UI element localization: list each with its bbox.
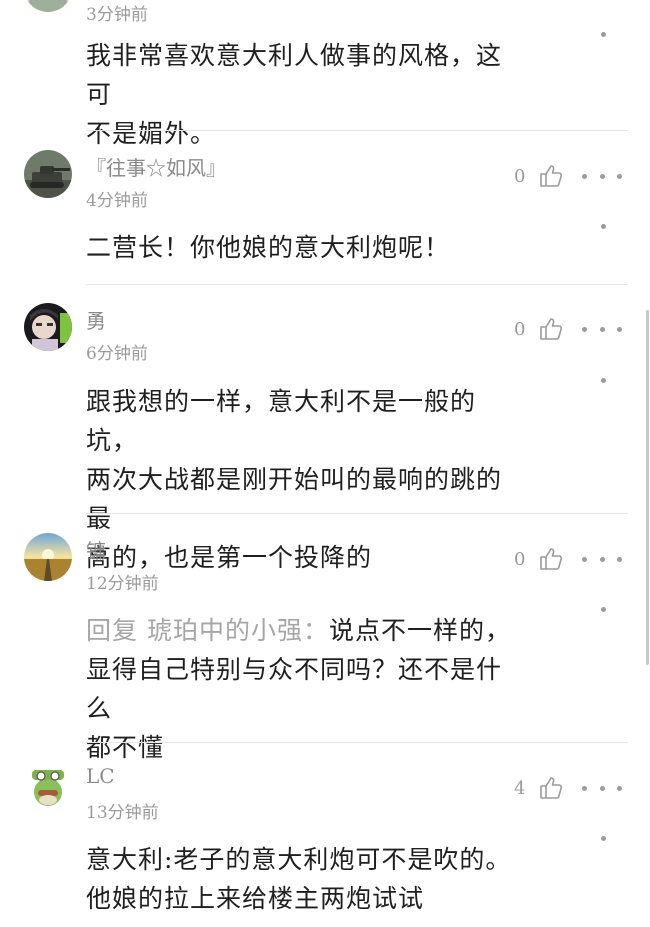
cartoon-character-avatar-icon xyxy=(24,762,72,810)
avatar[interactable] xyxy=(24,150,72,198)
tank-avatar-icon xyxy=(24,150,72,198)
more-options-icon[interactable] xyxy=(599,605,607,613)
divider xyxy=(86,130,628,131)
comment-timestamp: 4分钟前 xyxy=(86,191,148,211)
more-options-icon[interactable] xyxy=(599,30,607,38)
comment-text: 回复 琥珀中的小强：说点不一样的， 显得自己特别与众不同吗？还不是什么 都不懂 xyxy=(86,616,511,762)
avatar[interactable] xyxy=(24,303,72,351)
username[interactable]: 镛 xyxy=(86,535,106,564)
like-button[interactable]: 0 xyxy=(514,162,564,190)
comment-text: 二营长！你他娘的意大利炮呢！ xyxy=(86,233,451,262)
thumbs-up-icon[interactable] xyxy=(538,775,564,801)
more-options-icon[interactable] xyxy=(582,774,622,802)
like-count: 0 xyxy=(514,548,526,570)
like-button[interactable]: 0 xyxy=(514,545,564,573)
avatar[interactable] xyxy=(24,762,72,810)
like-count: 0 xyxy=(514,165,526,187)
thumbs-up-icon[interactable] xyxy=(538,163,564,189)
like-count: 4 xyxy=(514,777,526,799)
username[interactable]: 勇 xyxy=(86,305,106,334)
sunset-road-avatar-icon xyxy=(24,533,72,581)
like-count: 0 xyxy=(514,318,526,340)
comment-timestamp: 12分钟前 xyxy=(86,574,159,594)
comment-timestamp: 6分钟前 xyxy=(86,344,148,364)
divider xyxy=(86,284,628,285)
comment-timestamp: 13分钟前 xyxy=(86,803,159,823)
person-avatar-icon xyxy=(24,303,72,351)
more-options-icon[interactable] xyxy=(582,545,622,573)
thumbs-up-icon[interactable] xyxy=(538,316,564,342)
more-options-icon[interactable] xyxy=(599,376,607,384)
username[interactable]: LC xyxy=(86,764,115,788)
partial-avatar-icon xyxy=(24,0,72,12)
comment-text: 跟我想的一样，意大利不是一般的坑， 两次大战都是刚开始叫的最响的跳的最 高的，也… xyxy=(86,387,503,572)
avatar[interactable] xyxy=(24,533,72,581)
thumbs-up-icon[interactable] xyxy=(538,546,564,572)
avatar[interactable] xyxy=(24,0,72,12)
like-button[interactable]: 4 xyxy=(514,774,564,802)
username[interactable]: 『往事☆如风』 xyxy=(86,152,226,181)
comment-text: 我非常喜欢意大利人做事的风格，这可 不是媚外。 xyxy=(86,41,503,148)
more-options-icon[interactable] xyxy=(582,315,622,343)
comment-timestamp: 3分钟前 xyxy=(86,5,148,25)
more-options-icon[interactable] xyxy=(599,222,607,230)
divider xyxy=(86,742,628,743)
more-options-icon[interactable] xyxy=(582,162,622,190)
scrollbar[interactable] xyxy=(646,310,649,665)
like-button[interactable]: 0 xyxy=(514,315,564,343)
divider xyxy=(86,513,628,514)
more-options-icon[interactable] xyxy=(599,834,607,842)
comment-text: 意大利:老子的意大利炮可不是吹的。 他娘的拉上来给楼主两炮试试 xyxy=(86,845,512,913)
reply-prefix[interactable]: 回复 琥珀中的小强： xyxy=(86,616,329,645)
